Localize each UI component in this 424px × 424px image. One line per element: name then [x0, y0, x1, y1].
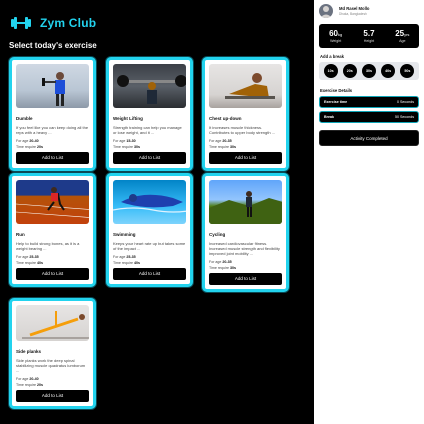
exercise-card: Chest up-down It increases muscle thickn…: [202, 57, 289, 171]
card-description: Help to build strong bones, as it is a w…: [16, 241, 80, 251]
exercise-card: Side planks Side planks work the deep sp…: [9, 298, 96, 409]
add-to-list-button[interactable]: Add to List: [16, 390, 89, 402]
card-age: For age 25-35: [113, 255, 136, 259]
break-option[interactable]: 40s: [381, 64, 396, 78]
card-age: For age 15-30: [113, 139, 136, 143]
card-time: Time require 30s: [113, 145, 141, 149]
card-title: Chest up-down: [209, 116, 242, 121]
break-options: 10s 20s 30s 40s 50s: [319, 62, 419, 80]
card-description: It increases muscle thickness. Contribut…: [209, 125, 276, 135]
add-to-list-button[interactable]: Add to List: [209, 152, 282, 164]
card-time: Time require 20s: [16, 145, 44, 149]
exercise-image: [113, 64, 186, 108]
details-title: Exercise Details: [320, 88, 353, 93]
card-description: If you feel like you can keep doing all …: [16, 125, 89, 135]
profile: Md Rasel Mollo Dhaka, Bangladesh: [314, 0, 424, 22]
dumbbell-icon: [10, 14, 32, 32]
card-age: For age 20-35: [209, 139, 232, 143]
exercise-image: [16, 180, 89, 224]
card-description: Increased cardiovascular fitness. Increa…: [209, 241, 280, 256]
card-age: For age 20-35: [209, 260, 232, 264]
card-title: Dumble: [16, 116, 33, 121]
card-time: Time require 30s: [209, 266, 237, 270]
break-option[interactable]: 10s: [323, 64, 338, 78]
exercise-card: Dumble If you feel like you can keep doi…: [9, 57, 96, 171]
card-description: Keeps your heart rate up but takes some …: [113, 241, 186, 251]
exercise-image: [113, 180, 186, 224]
card-time: Time require 30s: [209, 145, 237, 149]
main-area: Zym Club Select today's exercise Dumble …: [0, 0, 314, 424]
card-age: For age 20-40: [16, 139, 39, 143]
avatar: [319, 4, 333, 18]
card-age: For age 20-40: [16, 377, 39, 381]
app-title: Zym Club: [40, 16, 97, 30]
card-title: Run: [16, 232, 25, 237]
app-header: Zym Club: [10, 12, 96, 34]
break-option[interactable]: 30s: [361, 64, 376, 78]
card-time: Time require 40s: [16, 261, 44, 265]
card-time: Time require 20s: [16, 383, 44, 387]
card-title: Weight Lifting: [113, 116, 143, 121]
stat-age: 25yrs Age: [395, 29, 410, 43]
card-description: Strength training can help you manage or…: [113, 125, 182, 135]
exercise-time-row: Exercise time 0 Seconds: [319, 96, 419, 108]
section-title: Select today's exercise: [9, 41, 97, 50]
card-age: For age 25-35: [16, 255, 39, 259]
card-title: Cycling: [209, 232, 226, 237]
stat-height: 5.7 Height: [363, 29, 375, 43]
card-title: Swimming: [113, 232, 136, 237]
add-to-list-button[interactable]: Add to List: [16, 152, 89, 164]
break-option[interactable]: 50s: [400, 64, 415, 78]
stat-weight: 60kg Weight: [329, 29, 343, 43]
add-to-list-button[interactable]: Add to List: [113, 152, 186, 164]
exercise-image: [209, 64, 282, 108]
exercise-card: Cycling Increased cardiovascular fitness…: [202, 173, 289, 292]
break-time-row: Break 50 Seconds: [319, 111, 419, 123]
card-title: Side planks: [16, 349, 42, 354]
add-to-list-button[interactable]: Add to List: [113, 268, 186, 280]
exercise-card: Swimming Keeps your heart rate up but ta…: [106, 173, 193, 287]
card-description: Side planks work the deep spinal stabili…: [16, 358, 86, 373]
add-to-list-button[interactable]: Add to List: [209, 273, 282, 285]
exercise-card: Run Help to build strong bones, as it is…: [9, 173, 96, 287]
exercise-image: [209, 180, 282, 224]
activity-completed-button[interactable]: Activity Completed: [319, 130, 419, 146]
profile-subtitle: Dhaka, Bangladesh: [339, 12, 367, 16]
exercise-image: [16, 305, 89, 341]
profile-name: Md Rasel Mollo: [339, 6, 370, 11]
stats-panel: 60kg Weight 5.7 Height 25yrs Age: [319, 24, 419, 48]
exercise-image: [16, 64, 89, 108]
exercise-card: Weight Lifting Strength training can hel…: [106, 57, 193, 171]
break-option[interactable]: 20s: [342, 64, 357, 78]
add-to-list-button[interactable]: Add to List: [16, 268, 89, 280]
break-title: Add a break: [320, 54, 344, 59]
card-time: Time require 40s: [113, 261, 141, 265]
sidebar: Md Rasel Mollo Dhaka, Bangladesh 60kg We…: [314, 0, 424, 424]
